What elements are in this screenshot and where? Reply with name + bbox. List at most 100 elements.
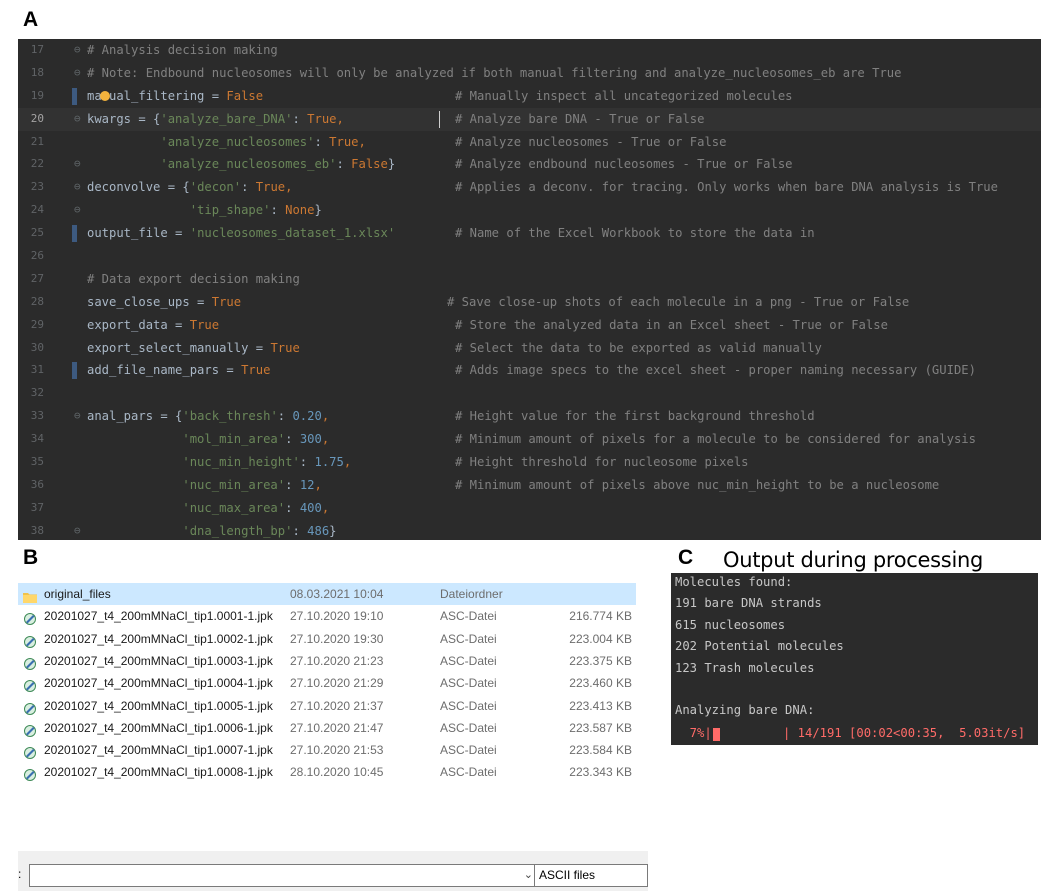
code-line[interactable]: 38 ⊖ 'dna_length_bp': 486} [18,520,1041,540]
file-row[interactable]: 20201027_t4_200mMNaCl_tip1.0004-1.jpk 27.… [18,672,636,694]
code-token: True [270,340,300,355]
code-token: # Data export decision making [87,271,300,286]
code-comment: # Height threshold for nucleosome pixels [455,455,749,470]
code-text: 'tip_shape': None} [87,199,322,222]
line-number: 36 [30,477,44,491]
code-line[interactable]: 36 'nuc_min_area': 12, # Minimum amount o… [18,474,1041,497]
code-comment: # Store the analyzed data in an Excel sh… [455,317,888,332]
file-date: 27.10.2020 19:10 [290,609,384,624]
code-text: 'analyze_nucleosomes': True, [87,131,366,154]
progress-text: | 14/191 [00:02<00:35, 5.03it/s] [783,726,1026,740]
code-line[interactable]: 22 ⊖ 'analyze_nucleosomes_eb': False} # An… [18,153,1041,176]
line-number: 31 [30,363,44,377]
file-name: 20201027_t4_200mMNaCl_tip1.0006-1.jpk [44,720,273,735]
file-row[interactable]: 20201027_t4_200mMNaCl_tip1.0005-1.jpk 27.… [18,695,636,717]
code-token: : [299,455,315,470]
code-line[interactable]: 37 'nuc_max_area': 400, [18,497,1041,520]
code-token: 486 [307,523,330,538]
file-date: 27.10.2020 21:47 [290,720,384,735]
file-icon [23,655,37,670]
file-name: 20201027_t4_200mMNaCl_tip1.0002-1.jpk [44,631,273,646]
line-number: 33 [30,409,44,423]
file-size: 223.004 KB [569,631,632,646]
code-line[interactable]: 29 export_data = True # Store the analyzed… [18,314,1041,337]
file-name: 20201027_t4_200mMNaCl_tip1.0008-1.jpk [44,765,273,780]
line-number: 28 [30,294,44,308]
code-line[interactable]: 24 ⊖ 'tip_shape': None} [18,199,1041,222]
code-token: add_file_name_pars = [87,363,242,378]
code-token: , [321,409,330,424]
file-type: ASC-Datei [440,676,497,691]
code-line[interactable]: 19 manual_filtering = False # Manually ins… [18,85,1041,108]
code-line[interactable]: 28 save_close_ups = True # Save close-up s… [18,291,1041,314]
code-token: , [314,477,322,492]
text-caret [439,110,440,128]
file-row[interactable]: 20201027_t4_200mMNaCl_tip1.0002-1.jpk 27.… [18,628,636,650]
fold-marker-icon[interactable]: ⊖ [74,108,86,131]
code-token: False [351,157,388,172]
file-row[interactable]: 20201027_t4_200mMNaCl_tip1.0006-1.jpk 27.… [18,717,636,739]
fold-marker-icon[interactable]: ⊖ [74,153,86,176]
chevron-down-icon[interactable]: ⌄ [524,868,533,881]
code-line[interactable]: 21 'analyze_nucleosomes': True, # Analyze… [18,131,1041,154]
code-text: 'mol_min_area': 300, [87,428,329,451]
code-line[interactable]: 20 ⊖ kwargs = {'analyze_bare_DNA': True, # … [18,107,1041,131]
file-row[interactable]: 20201027_t4_200mMNaCl_tip1.0008-1.jpk 28.… [18,761,636,783]
terminal-line: 191 bare DNA strands [675,596,822,611]
fold-marker-icon[interactable]: ⊖ [74,39,86,62]
code-line[interactable]: 31 add_file_name_pars = True # Adds image … [18,359,1041,382]
code-line[interactable]: 23 ⊖ deconvolve = {'decon': True, # Applies… [18,176,1041,199]
file-list[interactable]: original_files 08.03.2021 10:04 Dateiordne… [18,583,648,783]
file-row[interactable]: 20201027_t4_200mMNaCl_tip1.0001-1.jpk 27.… [18,605,636,627]
file-type: ASC-Datei [440,609,497,624]
code-line[interactable]: 32 [18,382,1041,405]
fold-marker-icon[interactable]: ⊖ [74,405,86,428]
code-line[interactable]: 17 ⊖ # Analysis decision making [18,39,1041,62]
terminal-line: Molecules found: [675,575,793,589]
line-number: 27 [30,271,44,285]
file-row[interactable]: 20201027_t4_200mMNaCl_tip1.0007-1.jpk 27.… [18,739,636,761]
code-comment: # Minimum amount of pixels for a molecul… [455,432,976,447]
code-line[interactable]: 34 'mol_min_area': 300, # Minimum amount … [18,428,1041,451]
file-row[interactable]: 20201027_t4_200mMNaCl_tip1.0003-1.jpk 27.… [18,650,636,672]
code-token: : [241,180,256,195]
fold-marker-icon[interactable]: ⊖ [74,199,86,222]
file-size: 223.584 KB [569,743,632,758]
code-token: : [285,500,300,515]
line-number: 26 [30,249,44,263]
line-number: 19 [30,88,44,102]
code-line[interactable]: 35 'nuc_min_height': 1.75, # Height thres… [18,451,1041,474]
code-comment: # Adds image specs to the excel sheet - … [455,363,976,378]
filename-label: : [18,867,22,881]
code-line[interactable]: 27 # Data export decision making [18,268,1041,291]
code-token: : [285,477,300,492]
file-row[interactable]: original_files 08.03.2021 10:04 Dateiordne… [18,583,636,605]
code-line[interactable]: 18 ⊖ # Note: Endbound nucleosomes will onl… [18,62,1041,85]
code-token: 'dna_length_bp' [87,523,293,538]
code-token: output_file = [87,226,190,241]
code-line[interactable]: 30 export_select_manually = True # Select … [18,337,1041,360]
file-date: 27.10.2020 19:30 [290,631,384,646]
line-number: 30 [30,340,44,354]
lightbulb-icon[interactable] [100,90,110,101]
code-token: 12 [299,477,315,492]
code-line[interactable]: 25 output_file = 'nucleosomes_dataset_1.x… [18,222,1041,245]
fold-marker-icon[interactable]: ⊖ [74,520,86,540]
code-text: export_data = True [87,314,219,337]
code-text: kwargs = {'analyze_bare_DNA': True, [87,108,344,131]
code-line[interactable]: 33 ⊖ anal_pars = {'back_thresh': 0.20, # He… [18,405,1041,428]
code-line[interactable]: 26 [18,245,1041,268]
output-title: Output during processing [723,548,984,572]
progress-percent: 7%| [675,726,712,740]
fold-marker-icon[interactable]: ⊖ [74,62,86,85]
fold-marker-icon[interactable]: ⊖ [74,176,86,199]
code-token: False [226,88,264,103]
file-type: ASC-Datei [440,743,497,758]
filetype-select[interactable]: ASCII files [534,864,648,887]
file-date: 27.10.2020 21:29 [290,676,384,691]
line-number: 38 [30,523,44,537]
code-editor[interactable]: 17 ⊖ # Analysis decision making 18 ⊖ # Note: … [18,39,1041,540]
filename-input[interactable]: ⌄ [29,864,540,887]
code-text: export_select_manually = True [87,337,300,360]
code-token: } [329,523,337,538]
